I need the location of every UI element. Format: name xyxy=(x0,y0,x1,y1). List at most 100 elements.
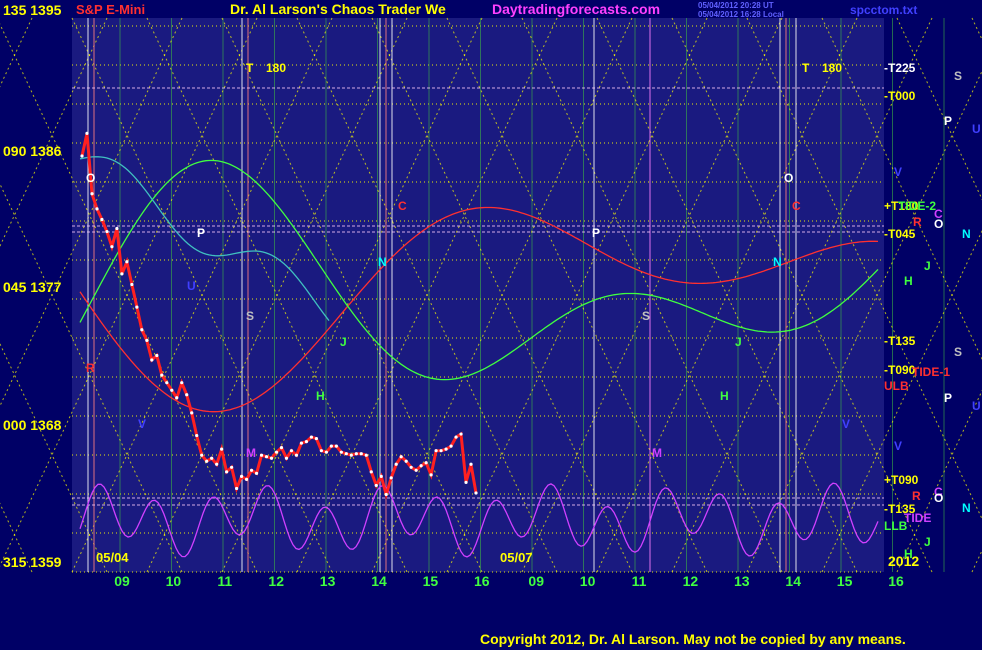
price-point xyxy=(324,450,328,454)
file-name: spcctom.txt xyxy=(850,3,917,17)
side-label: +T090 xyxy=(884,473,919,487)
far-right-letter: H xyxy=(904,274,913,288)
price-point xyxy=(459,432,463,436)
x-tick-label: 10 xyxy=(166,573,182,589)
price-point xyxy=(284,456,289,460)
price-point xyxy=(210,456,214,460)
planet-marker-right: O xyxy=(784,171,793,185)
far-right-letter: U xyxy=(972,399,981,413)
price-point xyxy=(429,473,433,477)
price-point xyxy=(279,446,284,450)
planet-marker-right: T xyxy=(802,61,810,75)
price-point xyxy=(220,447,224,451)
far-right-letter: O xyxy=(934,491,943,505)
planet-marker-left: S xyxy=(246,309,254,323)
chart-title: Dr. Al Larson's Chaos Trader We xyxy=(230,1,446,17)
planet-marker-left: P xyxy=(197,226,205,240)
price-point xyxy=(115,226,119,231)
price-point xyxy=(434,449,438,453)
planet-marker-right: V xyxy=(842,417,850,431)
x-tick-label: 12 xyxy=(683,573,699,589)
planet-marker-right: N xyxy=(773,255,782,269)
price-point xyxy=(110,245,114,249)
planet-marker-right: C xyxy=(792,199,801,213)
planet-marker-left: O xyxy=(86,171,95,185)
copyright-text: Copyright 2012, Dr. Al Larson. May not b… xyxy=(480,631,906,647)
price-point xyxy=(334,444,338,448)
price-point xyxy=(314,436,319,441)
price-point xyxy=(269,456,274,460)
planet-marker-left: C xyxy=(398,199,407,213)
date-label: 05/04 xyxy=(96,550,129,565)
side-label: -T135 xyxy=(884,334,916,348)
x-tick-label: 16 xyxy=(474,573,490,589)
planet-marker-left: M xyxy=(246,446,256,460)
price-point xyxy=(389,476,393,480)
planet-marker-left: T xyxy=(246,61,254,75)
side-label: LLB xyxy=(884,519,908,533)
price-point xyxy=(105,229,109,234)
price-point xyxy=(469,462,473,466)
y-axis-label: 315 1359 xyxy=(3,554,62,570)
price-point xyxy=(180,381,184,385)
price-point xyxy=(464,480,468,484)
price-point xyxy=(160,373,164,377)
planet-marker-right: J xyxy=(735,335,742,349)
diagonal-line xyxy=(0,502,33,573)
chaos-trader-chart: 135 1395 S&P E-Mini Dr. Al Larson's Chaos … xyxy=(0,1,982,647)
planet-marker-left: V xyxy=(138,417,146,431)
far-right-letter: U xyxy=(972,122,981,136)
price-point xyxy=(354,452,358,456)
price-point xyxy=(299,441,304,445)
date-label: 05/07 xyxy=(500,550,533,565)
chart-root: 135 1395 S&P E-Mini Dr. Al Larson's Chaos … xyxy=(0,0,982,650)
planet-marker-left: U xyxy=(187,279,196,293)
y-label-top: 135 1395 xyxy=(3,2,62,18)
price-point xyxy=(145,338,149,342)
price-point xyxy=(185,393,189,397)
y-axis-label: 000 1368 xyxy=(3,417,62,433)
x-tick-label: 11 xyxy=(217,573,232,589)
price-point xyxy=(85,131,89,135)
price-point xyxy=(364,453,368,457)
x-tick-label: 15 xyxy=(423,573,439,589)
planet-marker-right: S xyxy=(642,309,650,323)
planet-marker-left: H xyxy=(316,389,325,403)
x-tick-label: 09 xyxy=(528,573,544,589)
side-label: -T045 xyxy=(884,227,916,241)
price-point xyxy=(444,447,448,451)
price-point xyxy=(329,444,333,448)
planet-marker-left: J xyxy=(340,335,347,349)
plot-area xyxy=(72,18,884,572)
site-name: Daytradingforecasts.com xyxy=(492,1,660,17)
price-point xyxy=(414,468,418,472)
planet-marker-left: 180 xyxy=(266,61,286,75)
symbol-title: S&P E-Mini xyxy=(76,2,145,17)
price-point xyxy=(274,450,279,454)
side-label: ULB xyxy=(884,379,909,393)
price-point xyxy=(230,465,234,469)
timestamp-local: 05/04/2012 16:28 Local xyxy=(698,10,784,19)
planet-marker-left: N xyxy=(378,255,387,269)
price-point xyxy=(254,471,259,475)
price-point xyxy=(319,449,323,453)
price-point xyxy=(419,464,423,468)
price-point xyxy=(289,449,294,453)
diagonal-line xyxy=(971,17,982,41)
far-right-letter: J xyxy=(924,259,931,273)
price-point xyxy=(170,388,174,392)
planet-marker-right: 180 xyxy=(822,61,842,75)
x-tick-label: 13 xyxy=(734,573,750,589)
price-point xyxy=(454,435,458,439)
price-point xyxy=(155,353,159,358)
side-label: TIDE-2 xyxy=(898,199,936,213)
x-tick-label: 13 xyxy=(320,573,336,589)
far-right-letter: N xyxy=(962,501,971,515)
y-axis-label: 090 1386 xyxy=(3,143,62,159)
x-tick-label: 09 xyxy=(114,573,130,589)
price-point xyxy=(130,282,134,287)
price-point xyxy=(190,411,194,415)
price-point xyxy=(195,433,199,438)
side-label: V xyxy=(894,165,902,179)
price-point xyxy=(374,483,378,488)
